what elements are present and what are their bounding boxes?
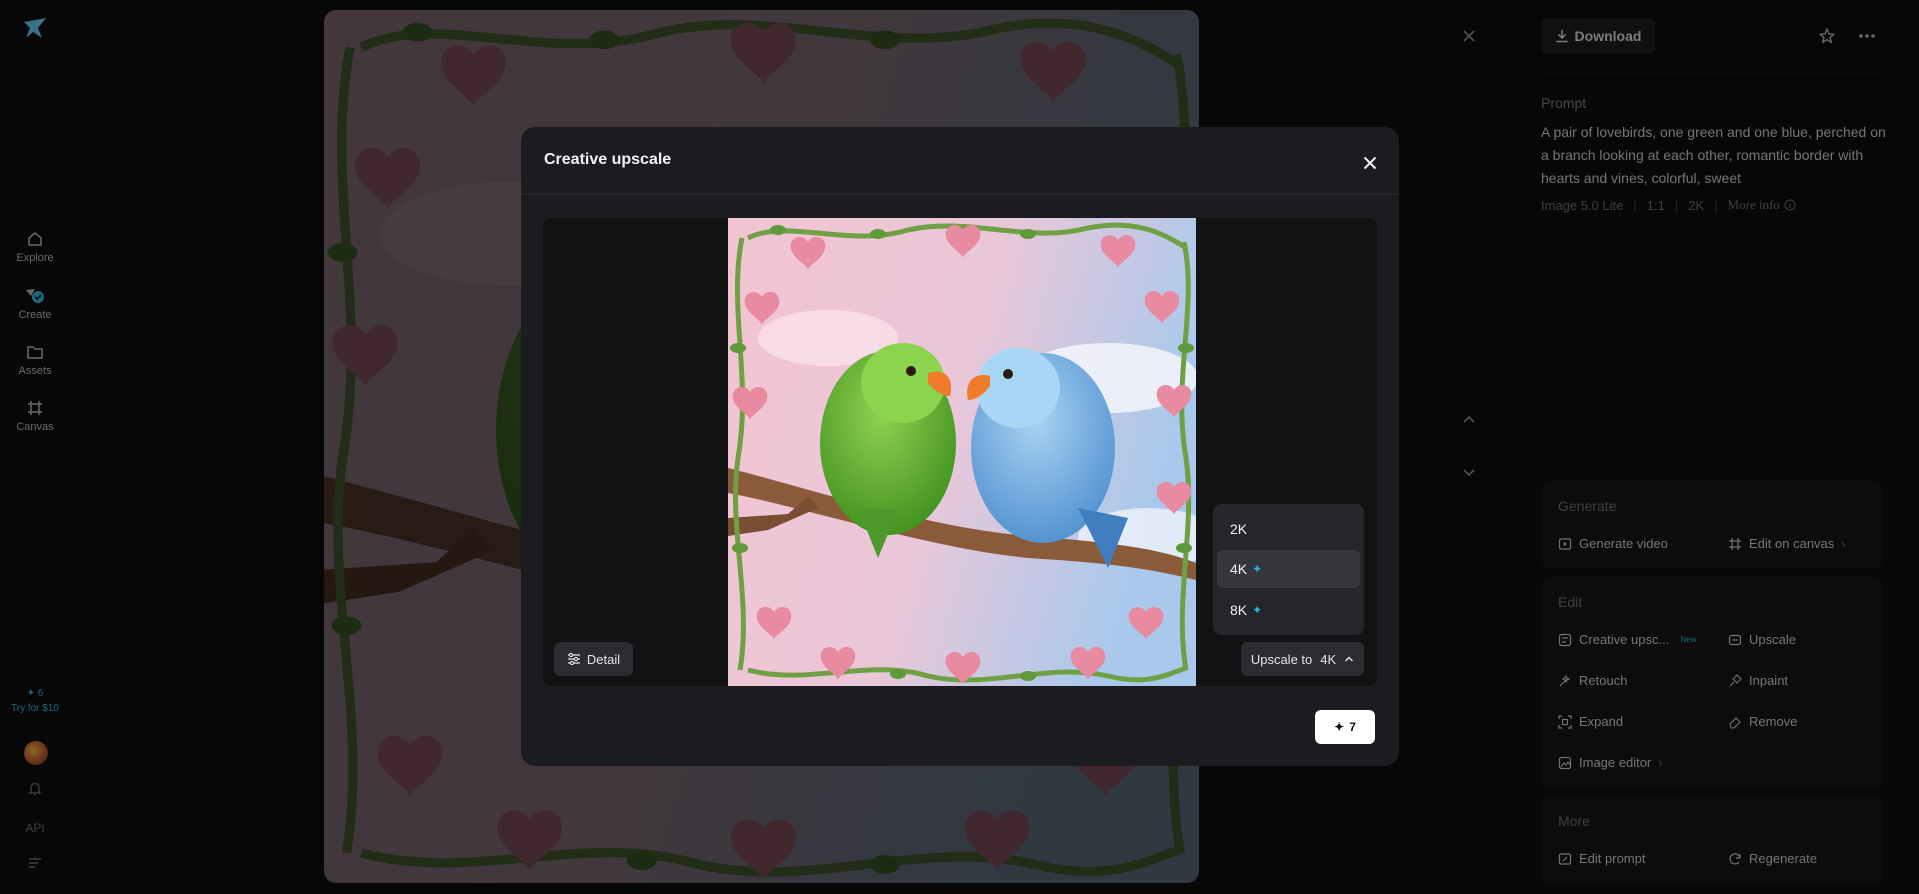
- modal-title: Creative upscale: [544, 151, 672, 168]
- detail-button[interactable]: Detail: [554, 642, 633, 676]
- preview-image: [728, 218, 1196, 686]
- divider: [521, 194, 1399, 195]
- sparkle-icon: ✦: [1252, 603, 1263, 617]
- upscale-resolution-select[interactable]: Upscale to 4K: [1241, 642, 1364, 676]
- creative-upscale-modal: Creative upscale Detail 2K 4K ✦ 8K ✦ Ups…: [521, 127, 1399, 766]
- resolution-dropdown-menu: 2K 4K ✦ 8K ✦: [1213, 504, 1364, 635]
- close-icon[interactable]: [1356, 149, 1384, 177]
- resolution-option-4k[interactable]: 4K ✦: [1217, 550, 1360, 588]
- generate-upscale-button[interactable]: ✦ 7: [1315, 710, 1375, 744]
- resolution-option-8k[interactable]: 8K ✦: [1217, 591, 1360, 629]
- app-root: Explore Create Assets Canvas ✦ 6 Try for…: [0, 0, 1919, 894]
- chevron-up-icon: [1345, 656, 1354, 662]
- sliders-icon: [567, 652, 580, 666]
- sparkle-icon: ✦: [1334, 720, 1345, 734]
- sparkle-icon: ✦: [1252, 562, 1263, 576]
- resolution-option-2k[interactable]: 2K: [1217, 510, 1360, 548]
